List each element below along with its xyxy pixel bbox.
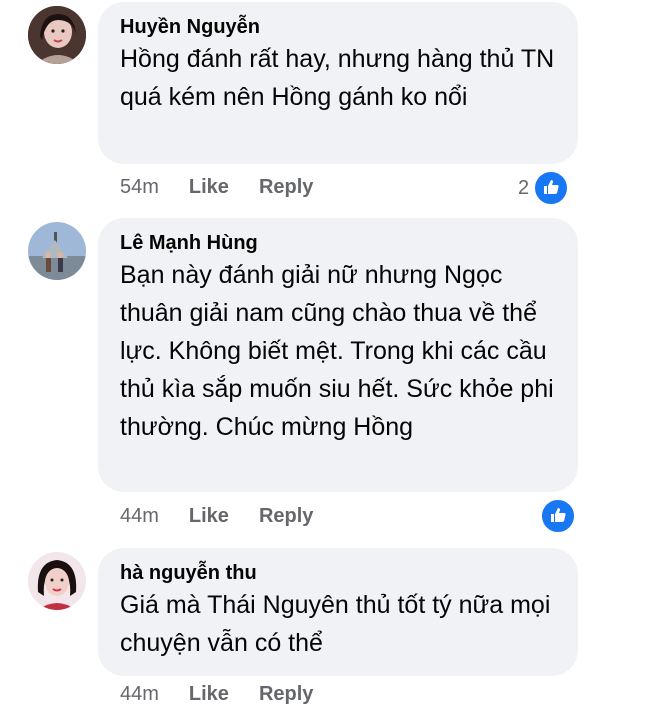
comment-timestamp[interactable]: 54m (120, 176, 159, 199)
reaction-count: 2 (518, 176, 530, 199)
comment-text: Bạn này đánh giải nữ nhưng Ngọc thuân gi… (120, 261, 554, 441)
comment-text: Hồng đánh rất hay, nhưng hàng thủ TN quá… (120, 45, 555, 111)
avatar[interactable] (28, 552, 86, 610)
like-button[interactable]: Like (189, 505, 229, 528)
comment-timestamp[interactable]: 44m (120, 683, 159, 706)
comment-text: Giá mà Thái Nguyên thủ tốt tý nữa mọi ch… (120, 591, 551, 657)
comment-author[interactable]: Huyền Nguyễn (120, 14, 556, 40)
avatar[interactable] (28, 6, 86, 64)
reaction-summary[interactable] (536, 498, 576, 534)
like-icon (533, 170, 570, 206)
like-icon (540, 498, 576, 534)
comment-bubble: Lê Mạnh Hùng Bạn này đánh giải nữ nhưng … (98, 218, 578, 492)
reply-button[interactable]: Reply (259, 505, 313, 528)
reply-button[interactable]: Reply (259, 176, 313, 199)
comment-bubble: hà nguyễn thu Giá mà Thái Nguyên thủ tốt… (98, 548, 578, 676)
comment-actions: 44m Like Reply (120, 683, 343, 706)
comment: hà nguyễn thu Giá mà Thái Nguyên thủ tốt… (0, 548, 660, 708)
comment-actions: 44m Like Reply (120, 505, 343, 528)
comment-timestamp[interactable]: 44m (120, 505, 159, 528)
reaction-summary[interactable]: 2 (518, 170, 570, 206)
comment: Huyền Nguyễn Hồng đánh rất hay, nhưng hà… (0, 0, 660, 210)
comment: Lê Mạnh Hùng Bạn này đánh giải nữ nhưng … (0, 218, 660, 538)
like-button[interactable]: Like (189, 176, 229, 199)
comment-author[interactable]: Lê Mạnh Hùng (120, 230, 556, 256)
avatar[interactable] (28, 222, 86, 280)
comment-actions: 54m Like Reply (120, 176, 343, 199)
comment-author[interactable]: hà nguyễn thu (120, 560, 556, 586)
like-button[interactable]: Like (189, 683, 229, 706)
comment-bubble: Huyền Nguyễn Hồng đánh rất hay, nhưng hà… (98, 2, 578, 164)
reply-button[interactable]: Reply (259, 683, 313, 706)
